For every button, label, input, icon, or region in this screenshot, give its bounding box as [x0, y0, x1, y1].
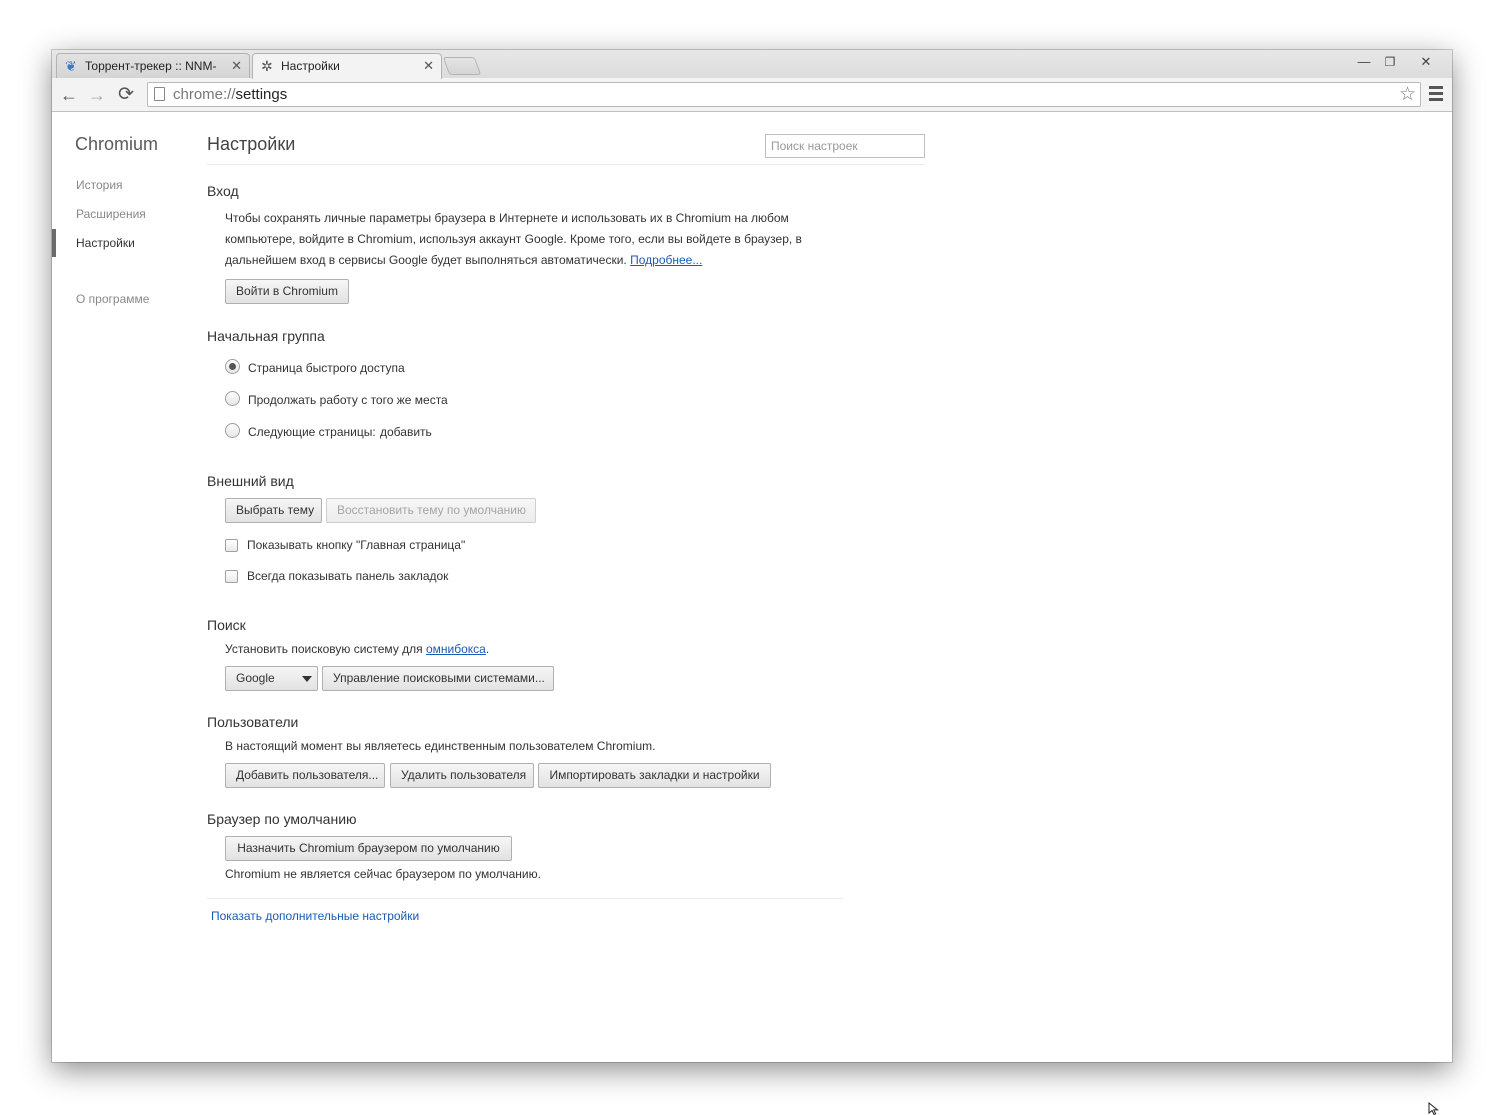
gear-icon: ✲: [261, 58, 273, 74]
bookmark-star-icon[interactable]: ☆: [1399, 83, 1416, 106]
tab-title: Настройки: [281, 59, 340, 73]
manage-search-engines-button[interactable]: Управление поисковыми системами...: [322, 666, 554, 691]
signin-description-line-1: Чтобы сохранять личные параметры браузер…: [225, 211, 789, 225]
mouse-cursor-icon: [1428, 1102, 1439, 1115]
section-title-users: Пользователи: [207, 714, 299, 730]
add-pages-link[interactable]: добавить: [380, 425, 432, 439]
tab-torrent-tracker[interactable]: ❦ Торрент-трекер :: NNM- ✕: [56, 53, 250, 79]
users-description: В настоящий момент вы являетесь единстве…: [225, 739, 656, 753]
tab-title: Торрент-трекер :: NNM-: [85, 59, 217, 73]
default-browser-status: Chromium не является сейчас браузером по…: [225, 867, 541, 881]
radio-specific-pages[interactable]: [225, 423, 240, 438]
search-engine-value: Google: [236, 671, 275, 685]
url-scheme: chrome://: [173, 86, 236, 103]
radio-continue-where-left[interactable]: [225, 391, 240, 406]
minimize-button[interactable]: —: [1352, 52, 1376, 72]
signin-description-line-3: дальнейшем вход в сервисы Google будет в…: [225, 250, 702, 271]
page-icon: [154, 87, 165, 101]
search-settings-input[interactable]: [765, 134, 925, 158]
add-user-button[interactable]: Добавить пользователя...: [225, 763, 385, 788]
section-title-signin: Вход: [207, 183, 239, 199]
show-home-button-label: Показывать кнопку "Главная страница": [247, 538, 466, 552]
show-home-button-checkbox[interactable]: [225, 539, 238, 552]
learn-more-link[interactable]: Подробнее...: [630, 253, 702, 267]
reload-button[interactable]: ⟳: [114, 83, 138, 107]
footer-divider: [207, 898, 843, 899]
make-default-browser-button[interactable]: Назначить Chromium браузером по умолчани…: [225, 836, 512, 861]
search-engine-select[interactable]: Google: [225, 666, 318, 691]
forward-button[interactable]: →: [85, 83, 109, 107]
search-description-end: .: [485, 642, 490, 656]
show-advanced-settings-link[interactable]: Показать дополнительные настройки: [211, 909, 419, 923]
radio-specific-pages-label: Следующие страницы:: [248, 425, 376, 439]
browser-toolbar: ← → ⟳ chrome://settings ☆: [52, 78, 1452, 112]
new-tab-button[interactable]: [442, 57, 482, 75]
tab-close-icon[interactable]: ✕: [231, 54, 242, 78]
choose-theme-button[interactable]: Выбрать тему: [225, 498, 322, 523]
search-description-text: Установить поисковую систему для: [225, 642, 426, 656]
section-title-search: Поиск: [207, 617, 246, 633]
signin-description-text: дальнейшем вход в сервисы Google будет в…: [225, 253, 627, 267]
section-title-default-browser: Браузер по умолчанию: [207, 811, 357, 827]
import-bookmarks-button[interactable]: Импортировать закладки и настройки: [538, 763, 771, 788]
radio-new-tab-page[interactable]: [225, 359, 240, 374]
section-title-startup: Начальная группа: [207, 328, 325, 344]
back-button[interactable]: ←: [57, 83, 81, 107]
browser-window: ❦ Торрент-трекер :: NNM- ✕ ✲ Настройки ✕…: [52, 50, 1452, 1062]
radio-new-tab-page-label: Страница быстрого доступа: [248, 361, 405, 375]
sidebar-item-extensions[interactable]: Расширения: [76, 207, 146, 221]
sidebar-item-history[interactable]: История: [76, 178, 123, 192]
header-divider: [207, 164, 925, 165]
butterfly-icon: ❦: [65, 58, 77, 74]
title-bar: ❦ Торрент-трекер :: NNM- ✕ ✲ Настройки ✕…: [52, 50, 1452, 79]
sidebar-active-indicator: [52, 229, 56, 257]
url-text[interactable]: chrome://settings: [173, 83, 287, 106]
show-bookmarks-bar-label: Всегда показывать панель закладок: [247, 569, 449, 583]
close-window-button[interactable]: ✕: [1404, 52, 1448, 72]
address-bar[interactable]: chrome://settings ☆: [147, 82, 1421, 107]
tab-settings[interactable]: ✲ Настройки ✕: [252, 53, 442, 79]
signin-description-line-2: компьютере, войдите в Chromium, использу…: [225, 232, 802, 246]
radio-continue-where-left-label: Продолжать работу с того же места: [248, 393, 448, 407]
sidebar-item-about[interactable]: О программе: [76, 292, 149, 306]
sidebar-title: Chromium: [75, 134, 159, 154]
page-title: Настройки: [207, 134, 296, 154]
reset-theme-button[interactable]: Восстановить тему по умолчанию: [326, 498, 536, 523]
url-path: settings: [235, 86, 288, 103]
delete-user-button[interactable]: Удалить пользователя: [390, 763, 534, 788]
section-title-appearance: Внешний вид: [207, 473, 294, 489]
settings-page: Chromium История Расширения Настройки О …: [52, 112, 1452, 1062]
show-bookmarks-bar-checkbox[interactable]: [225, 570, 238, 583]
maximize-button[interactable]: ❐: [1378, 52, 1402, 72]
signin-button[interactable]: Войти в Chromium: [225, 279, 349, 304]
menu-icon[interactable]: [1429, 86, 1443, 102]
search-description: Установить поисковую систему для омнибок…: [225, 639, 489, 660]
sidebar-item-settings[interactable]: Настройки: [76, 236, 135, 250]
tab-close-icon[interactable]: ✕: [423, 54, 434, 78]
chevron-down-icon: [302, 676, 312, 682]
omnibox-link[interactable]: омнибокса: [426, 642, 486, 656]
